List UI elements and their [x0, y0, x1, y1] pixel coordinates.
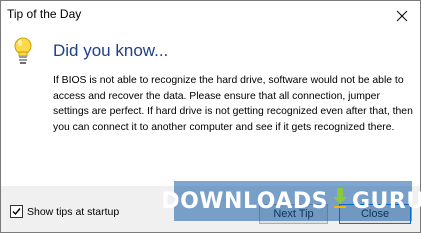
checkmark-icon: [12, 208, 21, 216]
window-title: Tip of the Day: [7, 7, 82, 21]
download-arrow-icon: [332, 187, 348, 215]
show-tips-checkbox-row[interactable]: Show tips at startup: [10, 205, 119, 218]
watermark-left-text: DOWNLOADS: [161, 188, 328, 214]
tip-text: If BIOS is not able to recognize the har…: [53, 75, 413, 133]
watermark-right-text: GURU: [351, 188, 421, 214]
watermark-logo: DOWNLOADS GURU: [161, 181, 421, 221]
title-bar: Tip of the Day: [1, 1, 420, 31]
lightbulb-icon: [13, 37, 33, 65]
tip-heading: Did you know...: [53, 41, 169, 60]
show-tips-checkbox[interactable]: [10, 205, 23, 218]
close-icon[interactable]: [390, 4, 414, 28]
show-tips-label: Show tips at startup: [27, 205, 120, 218]
tip-of-the-day-dialog: Tip of the Day Did you know... If BIOS i…: [0, 0, 421, 233]
